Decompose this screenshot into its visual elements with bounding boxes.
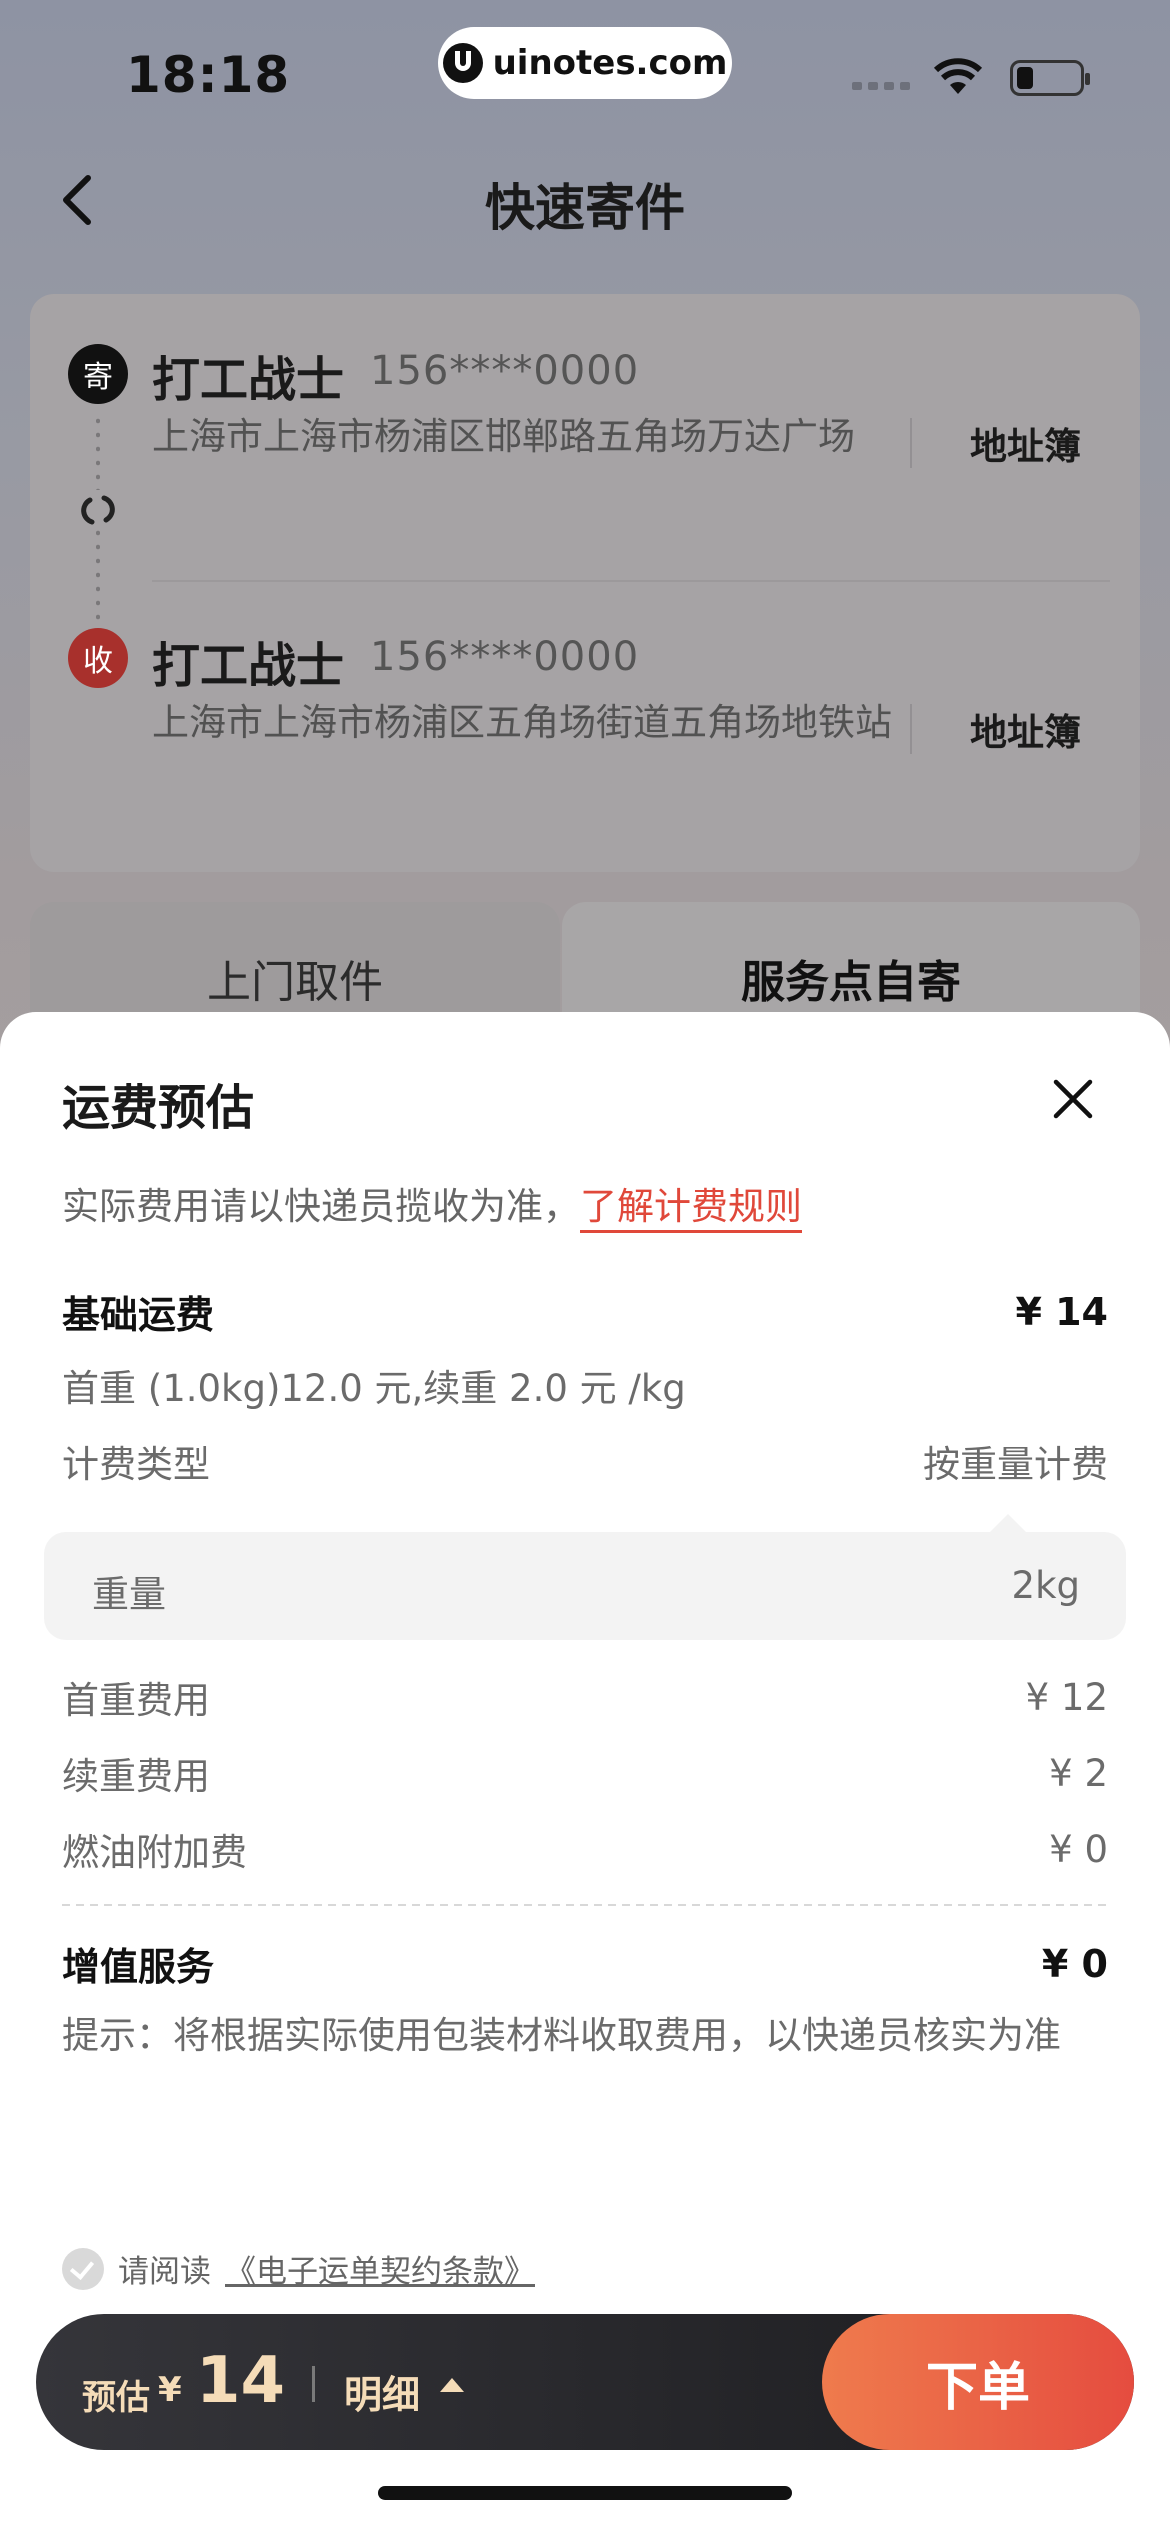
extra-weight-fee-label: 续重费用 [62,1755,210,1798]
weight-value: 2kg [1011,1564,1080,1607]
place-order-button[interactable]: 下单 [822,2314,1134,2450]
estimate-currency: ¥ [158,2370,182,2410]
wifi-icon [934,58,982,94]
value-added-value: ¥ 0 [1041,1941,1108,1986]
agreement-row[interactable]: 请阅读 《电子运单契约条款》 [62,2246,535,2291]
billing-type-row: 计费类型 按重量计费 [62,1434,1108,1488]
battery-icon [1010,60,1090,96]
agreement-terms-link[interactable]: 《电子运单契约条款》 [225,2246,535,2291]
first-weight-fee-label: 首重费用 [62,1679,210,1722]
base-fee-row: 基础运费 ¥ 14 [62,1284,1108,1339]
sheet-title: 运费预估 [62,1080,255,1136]
base-fee-label: 基础运费 [62,1293,215,1337]
tab-self-drop-label: 服务点自寄 [741,957,961,1008]
base-fee-value: ¥ 14 [1015,1289,1108,1334]
fuel-fee-row: 燃油附加费 ¥ 0 [62,1822,1108,1876]
sender-address-book-button[interactable]: 地址簿 [970,416,1081,470]
tab-door-pickup[interactable]: 上门取件 [30,902,560,1022]
fuel-fee-value: ¥ 0 [1049,1827,1108,1871]
status-time: 18:18 [126,46,291,104]
value-added-row: 增值服务 ¥ 0 [62,1936,1108,1991]
weight-label: 重量 [92,1573,166,1616]
watermark-text: uinotes.com [492,43,728,83]
billing-rules-link[interactable]: 了解计费规则 [580,1185,802,1233]
nav-bar: 快速寄件 [0,150,1170,250]
sender-name: 打工战士 [152,352,345,408]
caret-up-icon[interactable] [440,2378,464,2392]
watermark-logo-icon [442,43,483,83]
billing-type-value: 按重量计费 [923,1443,1108,1486]
tab-door-pickup-label: 上门取件 [207,957,383,1008]
receiver-divider [910,704,912,754]
first-weight-fee-value: ¥ 12 [1025,1675,1108,1719]
weight-box: 重量 2kg [44,1514,1126,1640]
home-indicator [378,2486,792,2500]
sender-address[interactable]: 寄 打工战士 156****0000 上海市上海市杨浦区邯郸路五角场万达广场 地… [30,294,1140,580]
tab-self-drop[interactable]: 服务点自寄 [562,902,1140,1022]
sender-address-text: 上海市上海市杨浦区邯郸路五角场万达广场 [152,415,855,458]
estimate-amount: 14 [196,2344,286,2418]
order-bar-divider [312,2366,315,2402]
billing-type-label: 计费类型 [62,1443,210,1486]
address-card: 寄 打工战士 156****0000 上海市上海市杨浦区邯郸路五角场万达广场 地… [30,294,1140,872]
sender-phone: 156****0000 [370,348,640,394]
receiver-name: 打工战士 [152,638,345,694]
packaging-hint: 提示：将根据实际使用包装材料收取费用，以快递员核实为准 [62,2014,1061,2057]
rate-description: 首重 (1.0kg)12.0 元,续重 2.0 元 /kg [62,1367,686,1410]
first-weight-fee-row: 首重费用 ¥ 12 [62,1670,1108,1724]
receiver-address-book-button[interactable]: 地址簿 [970,702,1081,756]
fee-notice-text: 实际费用请以快递员揽收为准， [62,1185,580,1228]
sender-divider [910,418,912,468]
detail-toggle[interactable]: 明细 [344,2364,420,2419]
receiver-address[interactable]: 收 打工战士 156****0000 上海市上海市杨浦区五角场街道五角场地铁站 … [30,582,1140,872]
dashed-divider [62,1904,1108,1906]
close-icon[interactable] [1048,1074,1098,1124]
agreement-prefix: 请阅读 [118,2254,211,2290]
agreement-check-icon[interactable] [62,2247,104,2290]
status-bar: 18:18 uinotes.com [0,0,1170,150]
fuel-fee-label: 燃油附加费 [62,1831,247,1874]
page-title: 快速寄件 [485,179,685,237]
cellular-signal-icon [852,82,910,90]
extra-weight-fee-row: 续重费用 ¥ 2 [62,1746,1108,1800]
receiver-address-text: 上海市上海市杨浦区五角场街道五角场地铁站 [152,701,892,744]
value-added-label: 增值服务 [62,1945,215,1989]
receiver-badge: 收 [68,628,128,688]
watermark-badge: uinotes.com [438,27,732,99]
estimate-label: 预估 [82,2378,150,2418]
fee-notice: 实际费用请以快递员揽收为准，了解计费规则 [62,1176,802,1233]
receiver-phone: 156****0000 [370,634,640,680]
sender-badge: 寄 [68,344,128,404]
extra-weight-fee-value: ¥ 2 [1049,1751,1108,1795]
fee-estimate-sheet: 运费预估 实际费用请以快递员揽收为准，了解计费规则 基础运费 ¥ 14 首重 (… [0,1012,1170,2532]
